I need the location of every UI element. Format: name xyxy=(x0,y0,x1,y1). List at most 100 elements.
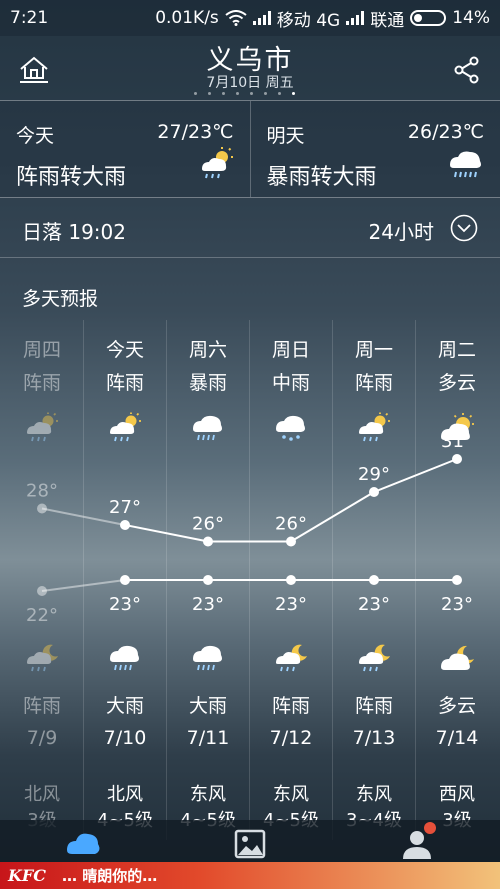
heavy-rain-icon xyxy=(193,645,222,671)
low-temp-point xyxy=(120,575,130,585)
today-condition: 阵雨转大雨 xyxy=(16,165,127,190)
forecast-day-column[interactable]: 周日 中雨 xyxy=(249,334,333,448)
battery-icon xyxy=(410,10,447,26)
forecast-night-condition: 大雨 xyxy=(105,695,144,717)
page-indicator xyxy=(194,92,295,95)
wind-direction: 东风 xyxy=(273,784,309,805)
high-temp-point xyxy=(286,536,296,547)
today-label: 今天 xyxy=(16,125,55,147)
forecast-weekday: 周六 xyxy=(188,339,227,361)
forecast-day-condition: 中雨 xyxy=(271,372,310,394)
heavy-rain-icon xyxy=(110,645,139,671)
forecast-night-column[interactable]: 多云 7/14 xyxy=(415,642,499,754)
low-temp-label: 23° xyxy=(109,594,141,615)
forecast-night-column[interactable]: 阵雨 7/13 xyxy=(332,642,416,754)
high-temp-point xyxy=(452,454,462,464)
forecast-date: 7/10 xyxy=(103,727,147,749)
hourly-forecast-link[interactable]: 24小时 xyxy=(369,216,434,245)
wind-direction: 西风 xyxy=(439,784,475,805)
forecast-title: 多天预报 xyxy=(22,288,99,310)
low-temp-line-segment xyxy=(41,579,126,592)
low-temp-point xyxy=(286,575,296,585)
carrier-1: 移动 4G xyxy=(276,10,341,31)
battery-level: 14% xyxy=(452,8,490,28)
forecast-day-condition: 阵雨 xyxy=(105,372,144,394)
high-temp-label: 26° xyxy=(275,514,307,535)
high-temp-point xyxy=(37,503,47,514)
chevron-down-icon[interactable] xyxy=(450,214,478,242)
network-speed: 0.01K/s xyxy=(155,8,219,28)
ad-banner[interactable]: KFC … 晴朗你的… xyxy=(0,862,500,889)
sunset-time: 日落 19:02 xyxy=(22,220,126,244)
today-tomorrow-cards: 今天 27/23℃ 阵雨转大雨 明天 26/23℃ 暴雨转大雨 xyxy=(0,100,500,198)
low-temp-label: 23° xyxy=(275,594,307,615)
high-temp-point xyxy=(120,520,130,530)
temperature-chart: 28° 22° 27° 23° 26° 23° 26° 23° 29° 23° 31° 23° xyxy=(26,440,473,626)
signal-icon xyxy=(346,11,365,25)
forecast-date: 7/13 xyxy=(352,727,396,749)
title-bar: 义乌市 7月10日 周五 xyxy=(0,36,500,100)
wind-direction: 北风 xyxy=(107,784,143,805)
wind-direction: 东风 xyxy=(356,784,392,805)
today-temp: 27/23℃ xyxy=(157,121,234,143)
ad-text: … 晴朗你的… xyxy=(62,867,158,885)
forecast-date: 7/9 xyxy=(26,727,58,749)
heavy-rain-icon xyxy=(450,151,481,178)
forecast-night-column[interactable]: 大雨 7/10 xyxy=(83,642,167,754)
wind-direction: 东风 xyxy=(190,784,226,805)
forecast-night-condition: 阵雨 xyxy=(354,695,393,717)
high-temp-label: 31° xyxy=(441,440,473,452)
forecast-day-column[interactable]: 今天 阵雨 xyxy=(83,334,167,448)
forecast-day-column[interactable]: 周二 多云 xyxy=(415,334,499,448)
share-icon[interactable] xyxy=(454,56,480,84)
clock: 7:21 xyxy=(10,8,49,28)
wifi-icon xyxy=(225,10,247,26)
high-temp-label: 27° xyxy=(109,497,141,518)
low-temp-label: 23° xyxy=(192,594,224,615)
forecast-weekday: 周二 xyxy=(437,339,476,361)
tomorrow-card[interactable]: 明天 26/23℃ 暴雨转大雨 xyxy=(249,101,500,197)
tomorrow-label: 明天 xyxy=(266,125,305,147)
tomorrow-condition: 暴雨转大雨 xyxy=(266,165,377,190)
notification-badge xyxy=(424,822,436,834)
forecast-day-column[interactable]: 周四 阵雨 xyxy=(0,334,84,448)
forecast-date: 7/14 xyxy=(435,727,479,749)
forecast-night-condition: 多云 xyxy=(437,695,476,717)
low-temp-point xyxy=(452,575,462,585)
tomorrow-temp: 26/23℃ xyxy=(407,121,484,143)
low-temp-point xyxy=(203,575,213,585)
forecast-night-condition: 阵雨 xyxy=(271,695,310,717)
forecast-night-column[interactable]: 大雨 7/11 xyxy=(166,642,250,754)
forecast-day-column[interactable]: 周一 阵雨 xyxy=(332,334,416,448)
high-temp-label: 26° xyxy=(192,514,224,535)
shower-moon-icon xyxy=(276,644,307,672)
sun-row[interactable]: 日落 19:02 24小时 xyxy=(0,198,500,258)
low-temp-label: 22° xyxy=(26,605,58,626)
forecast-day-column[interactable]: 周六 暴雨 xyxy=(166,334,250,448)
high-temp-point xyxy=(203,536,213,547)
picture-icon xyxy=(234,829,266,859)
forecast-weekday: 周四 xyxy=(22,339,61,361)
today-card[interactable]: 今天 27/23℃ 阵雨转大雨 xyxy=(0,101,250,197)
shower-moon-icon xyxy=(27,644,58,672)
forecast-day-condition: 多云 xyxy=(437,372,476,394)
date-label: 7月10日 周五 xyxy=(206,75,294,91)
cloudy-moon-icon xyxy=(441,645,474,670)
forecast-day-condition: 暴雨 xyxy=(188,372,227,394)
forecast-night-column[interactable]: 阵雨 7/9 xyxy=(0,642,84,754)
forecast-date: 7/12 xyxy=(269,727,313,749)
forecast-weekday: 今天 xyxy=(105,339,144,361)
shower-sun-icon xyxy=(201,147,233,179)
wind-direction: 北风 xyxy=(24,784,60,805)
signal-icon xyxy=(252,11,271,25)
high-temp-label: 29° xyxy=(358,464,390,485)
forecast-night-column[interactable]: 阵雨 7/12 xyxy=(249,642,333,754)
forecast-night-condition: 阵雨 xyxy=(22,695,61,717)
low-temp-point xyxy=(37,586,47,596)
forecast-night-condition: 大雨 xyxy=(188,695,227,717)
low-temp-label: 23° xyxy=(358,594,390,615)
forecast-date: 7/11 xyxy=(186,727,230,749)
forecast-day-condition: 阵雨 xyxy=(354,372,393,394)
carrier-2: 联通 xyxy=(370,10,405,31)
forecast-weekday: 周一 xyxy=(354,339,393,361)
